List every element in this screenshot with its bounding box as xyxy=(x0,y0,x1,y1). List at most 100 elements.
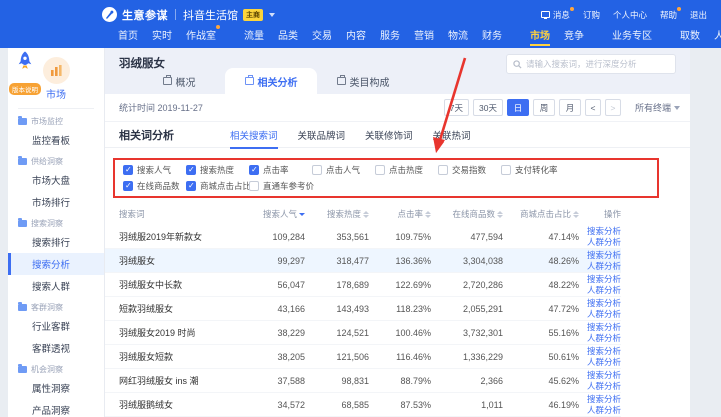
date-button-7d[interactable]: 7天 xyxy=(444,99,469,116)
keyword-search-box[interactable] xyxy=(506,54,676,74)
audience-analysis-link[interactable]: 人群分析 xyxy=(579,333,621,344)
tab-related-analysis[interactable]: 相关分析 xyxy=(225,68,317,94)
nav-item-marketing[interactable]: 营销 xyxy=(414,27,434,42)
messages-link[interactable]: 消息 xyxy=(541,9,570,21)
sidebar-item-search-analysis[interactable]: 搜索分析 xyxy=(8,253,104,275)
nav-item-content[interactable]: 内容 xyxy=(346,27,366,42)
audience-analysis-link[interactable]: 人群分析 xyxy=(579,405,621,416)
sidebar-item-monitor-board[interactable]: 监控看板 xyxy=(8,129,104,151)
sidebar-item-customer-perspective[interactable]: 客群透视 xyxy=(8,337,104,359)
checkbox[interactable] xyxy=(312,165,322,175)
audience-analysis-link[interactable]: 人群分析 xyxy=(579,261,621,272)
audience-analysis-link[interactable]: 人群分析 xyxy=(579,285,621,296)
sidebar-item-industry-customers[interactable]: 行业客群 xyxy=(8,315,104,337)
search-analysis-link[interactable]: 搜索分析 xyxy=(579,226,621,237)
next-date-button[interactable]: > xyxy=(605,99,621,116)
col-online-products[interactable]: 在线商品数 xyxy=(431,208,503,220)
sidebar-item-market-ranking[interactable]: 市场排行 xyxy=(8,191,104,213)
checkbox[interactable] xyxy=(501,165,511,175)
nav-item-competition[interactable]: 竞争 xyxy=(564,27,584,42)
audience-analysis-link[interactable]: 人群分析 xyxy=(579,237,621,248)
nav-item-data-extract[interactable]: 取数 xyxy=(680,27,700,42)
col-mall-click-share[interactable]: 商城点击占比 xyxy=(503,208,579,220)
search-analysis-link[interactable]: 搜索分析 xyxy=(579,250,621,261)
table-row[interactable]: 羽绒服鹅绒女 34,572 68,585 87.53% 1,011 46.19%… xyxy=(105,393,621,417)
nav-item-trade[interactable]: 交易 xyxy=(312,27,332,42)
audience-analysis-link[interactable]: 人群分析 xyxy=(579,357,621,368)
sidebar-item-search-ranking[interactable]: 搜索排行 xyxy=(8,231,104,253)
search-analysis-link[interactable]: 搜索分析 xyxy=(579,370,621,381)
sidebar-item-market-overview[interactable]: 市场大盘 xyxy=(8,169,104,191)
date-button-30d[interactable]: 30天 xyxy=(473,99,503,116)
subscribe-link[interactable]: 订购 xyxy=(583,9,600,21)
metric-mall-click-share[interactable]: 商城点击占比 xyxy=(186,180,249,192)
personal-center-link[interactable]: 个人中心 xyxy=(613,9,647,21)
value-cell: 34,572 xyxy=(241,400,305,410)
logout-link[interactable]: 退出 xyxy=(690,9,707,21)
date-button-month[interactable]: 月 xyxy=(559,99,581,116)
date-button-day[interactable]: 日 xyxy=(507,99,529,116)
sidebar-item-search-audience[interactable]: 搜索人群 xyxy=(8,275,104,297)
audience-analysis-link[interactable]: 人群分析 xyxy=(579,309,621,320)
subtab-hot-words[interactable]: 关联热词 xyxy=(433,128,471,142)
table-row[interactable]: 羽绒服2019年新款女 109,284 353,561 109.75% 477,… xyxy=(105,225,621,249)
metric-ztc-reference-price[interactable]: 直通车参考价 xyxy=(249,180,312,192)
nav-item-service[interactable]: 服务 xyxy=(380,27,400,42)
table-row[interactable]: 羽绒服女2019 时尚 38,229 124,521 100.46% 3,732… xyxy=(105,321,621,345)
table-row[interactable]: 网红羽绒服女 ins 潮 37,588 98,831 88.79% 2,366 … xyxy=(105,369,621,393)
tab-category-composition[interactable]: 类目构成 xyxy=(317,68,409,94)
nav-item-traffic[interactable]: 流量 xyxy=(244,27,264,42)
version-float-widget[interactable]: 版本说明 xyxy=(3,50,47,97)
search-analysis-link[interactable]: 搜索分析 xyxy=(579,298,621,309)
checkbox[interactable] xyxy=(249,181,259,191)
metric-click-popularity[interactable]: 点击人气 xyxy=(312,164,375,176)
subtab-modifier-words[interactable]: 关联修饰词 xyxy=(365,128,413,142)
checkbox[interactable] xyxy=(186,165,196,175)
tab-overview[interactable]: 概况 xyxy=(133,68,225,94)
checkbox[interactable] xyxy=(438,165,448,175)
search-analysis-link[interactable]: 搜索分析 xyxy=(579,346,621,357)
subtab-brand-words[interactable]: 关联品牌词 xyxy=(298,128,346,142)
col-ctr[interactable]: 点击率 xyxy=(369,208,431,220)
nav-item-logistics[interactable]: 物流 xyxy=(448,27,468,42)
nav-item-war-room[interactable]: 作战室 xyxy=(186,27,216,42)
metric-pay-conversion[interactable]: 支付转化率 xyxy=(501,164,564,176)
table-row[interactable]: 短款羽绒服女 43,166 143,493 118.23% 2,055,291 … xyxy=(105,297,621,321)
metric-search-popularity[interactable]: 搜索人气 xyxy=(123,164,186,176)
checkbox[interactable] xyxy=(249,165,259,175)
checkbox[interactable] xyxy=(123,165,133,175)
metric-online-products[interactable]: 在线商品数 xyxy=(123,180,186,192)
metric-trade-index[interactable]: 交易指数 xyxy=(438,164,501,176)
nav-item-audience-management[interactable]: 人群管理 xyxy=(714,27,721,42)
table-row[interactable]: 羽绒服女短款 38,205 121,506 116.46% 1,336,229 … xyxy=(105,345,621,369)
table-row[interactable]: 羽绒服女 99,297 318,477 136.36% 3,304,038 48… xyxy=(105,249,621,273)
nav-item-market[interactable]: 市场 xyxy=(530,27,550,42)
terminal-filter-dropdown[interactable]: 所有终端 xyxy=(635,101,680,114)
nav-item-home[interactable]: 首页 xyxy=(118,27,138,42)
metric-ctr[interactable]: 点击率 xyxy=(249,164,312,176)
search-analysis-link[interactable]: 搜索分析 xyxy=(579,322,621,333)
prev-date-button[interactable]: < xyxy=(585,99,601,116)
col-search-popularity[interactable]: 搜索人气 xyxy=(241,208,305,220)
metric-search-heat[interactable]: 搜索热度 xyxy=(186,164,249,176)
sidebar-item-product-insight[interactable]: 产品洞察 xyxy=(8,399,104,417)
sidebar-item-attribute-insight[interactable]: 属性洞察 xyxy=(8,377,104,399)
checkbox[interactable] xyxy=(186,181,196,191)
subtab-related-search-words[interactable]: 相关搜索词 xyxy=(230,128,278,142)
nav-item-business-zone[interactable]: 业务专区 xyxy=(612,27,652,42)
nav-item-category[interactable]: 品类 xyxy=(278,27,298,42)
checkbox[interactable] xyxy=(123,181,133,191)
table-row[interactable]: 羽绒服女中长款 56,047 178,689 122.69% 2,720,286… xyxy=(105,273,621,297)
nav-item-finance[interactable]: 财务 xyxy=(482,27,502,42)
audience-analysis-link[interactable]: 人群分析 xyxy=(579,381,621,392)
help-link[interactable]: 帮助 xyxy=(660,9,677,21)
search-analysis-link[interactable]: 搜索分析 xyxy=(579,394,621,405)
search-input[interactable] xyxy=(526,59,669,69)
date-button-week[interactable]: 周 xyxy=(533,99,555,116)
col-search-heat[interactable]: 搜索热度 xyxy=(305,208,369,220)
search-analysis-link[interactable]: 搜索分析 xyxy=(579,274,621,285)
metric-click-heat[interactable]: 点击热度 xyxy=(375,164,438,176)
checkbox[interactable] xyxy=(375,165,385,175)
chevron-down-icon[interactable] xyxy=(269,13,275,17)
nav-item-realtime[interactable]: 实时 xyxy=(152,27,172,42)
